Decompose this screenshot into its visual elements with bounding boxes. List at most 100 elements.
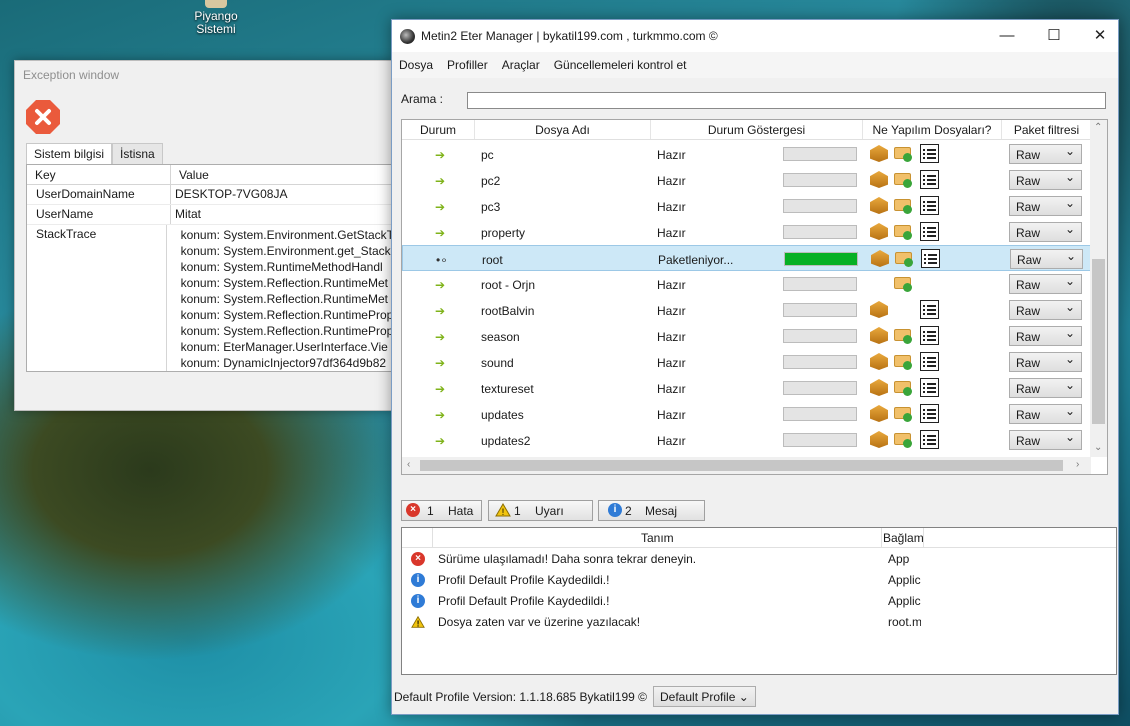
pack-filter-select[interactable]: Raw: [1009, 170, 1082, 190]
pack-icon[interactable]: [870, 327, 888, 344]
table-row[interactable]: ➔ rootBalvin Hazır Raw: [402, 297, 1091, 323]
list-item[interactable]: i Profil Default Profile Kaydedildi.! Appl…: [402, 570, 1116, 590]
file-name: pc3: [481, 200, 501, 214]
pack-icon[interactable]: [870, 223, 888, 240]
key-column-header[interactable]: Key: [27, 165, 171, 184]
scroll-thumb[interactable]: [1092, 259, 1105, 424]
add-pack-icon[interactable]: [895, 250, 913, 267]
vertical-scrollbar[interactable]: ⌃ ⌄: [1090, 120, 1107, 457]
list-icon[interactable]: [920, 170, 939, 189]
column-header-state[interactable]: Durum: [402, 120, 475, 139]
add-pack-icon[interactable]: [894, 223, 912, 240]
file-name: pc2: [481, 174, 501, 188]
pack-filter-select[interactable]: Raw: [1009, 300, 1082, 320]
add-pack-icon[interactable]: [894, 327, 912, 344]
pack-filter-select[interactable]: Raw: [1009, 144, 1082, 164]
pack-icon[interactable]: [870, 197, 888, 214]
close-button[interactable]: ✕: [1077, 20, 1123, 52]
pack-icon[interactable]: [871, 250, 889, 267]
list-icon[interactable]: [920, 222, 939, 241]
add-pack-icon[interactable]: [894, 275, 912, 292]
list-item[interactable]: i Profil Default Profile Kaydedildi.! Appl…: [402, 591, 1116, 611]
pack-filter-select[interactable]: Raw: [1009, 430, 1082, 450]
list-icon[interactable]: [920, 352, 939, 371]
table-row[interactable]: ➔ pc2 Hazır Raw: [402, 167, 1091, 193]
menu-profiles[interactable]: Profiller: [446, 58, 495, 72]
column-header-actions[interactable]: Ne Yapılım Dosyaları?: [863, 120, 1002, 139]
pack-icon[interactable]: [870, 301, 888, 318]
table-row[interactable]: StackTrace konum: System.Environment.Get…: [27, 225, 394, 371]
table-row[interactable]: •∘ root Paketleniyor... Raw: [402, 245, 1091, 271]
value-column-header[interactable]: Value: [171, 165, 209, 184]
pack-filter-select[interactable]: Raw: [1009, 352, 1082, 372]
exception-window[interactable]: Exception window Sistem bilgisi İstisna …: [14, 60, 395, 411]
table-row[interactable]: ➔ season Hazır Raw: [402, 323, 1091, 349]
key-cell: UserDomainName: [27, 185, 171, 204]
add-pack-icon[interactable]: [894, 379, 912, 396]
pack-filter-select[interactable]: Raw: [1009, 274, 1082, 294]
maximize-button[interactable]: ☐: [1031, 20, 1077, 52]
list-icon[interactable]: [920, 144, 939, 163]
menu-tools[interactable]: Araçlar: [501, 58, 547, 72]
scroll-thumb[interactable]: [420, 460, 1063, 471]
pack-icon[interactable]: [870, 171, 888, 188]
minimize-button[interactable]: —: [984, 20, 1030, 52]
list-icon[interactable]: [921, 249, 940, 268]
pack-icon[interactable]: [870, 145, 888, 162]
key-cell: StackTrace: [27, 225, 167, 371]
pack-filter-select[interactable]: Raw: [1009, 196, 1082, 216]
filter-warnings-button[interactable]: ! 1 Uyarı: [488, 500, 593, 521]
pack-filter-select[interactable]: Raw: [1009, 326, 1082, 346]
column-header-progress[interactable]: Durum Göstergesi: [651, 120, 863, 139]
pack-filter-select[interactable]: Raw: [1009, 378, 1082, 398]
table-row[interactable]: UserName Mitat: [27, 205, 394, 225]
title-bar[interactable]: Metin2 Eter Manager | bykatil199.com , t…: [392, 20, 1118, 52]
add-pack-icon[interactable]: [894, 353, 912, 370]
add-pack-icon[interactable]: [894, 145, 912, 162]
table-row[interactable]: ➔ sound Hazır Raw: [402, 349, 1091, 375]
log-column-context[interactable]: Bağlam: [883, 531, 924, 545]
column-header-filter[interactable]: Paket filtresi: [1002, 120, 1091, 139]
table-row[interactable]: ➔ updates2 Hazır Raw: [402, 427, 1091, 453]
pack-filter-select[interactable]: Raw: [1010, 249, 1083, 269]
list-icon[interactable]: [920, 326, 939, 345]
menu-check-updates[interactable]: Güncellemeleri kontrol et: [553, 58, 694, 72]
list-icon[interactable]: [920, 378, 939, 397]
pack-icon[interactable]: [870, 431, 888, 448]
table-row[interactable]: ➔ property Hazır Raw: [402, 219, 1091, 245]
add-pack-icon[interactable]: [894, 431, 912, 448]
filter-errors-button[interactable]: × 1 Hata: [401, 500, 482, 521]
menu-file[interactable]: Dosya: [398, 58, 440, 72]
add-pack-icon[interactable]: [894, 405, 912, 422]
pack-icon[interactable]: [870, 353, 888, 370]
pack-filter-select[interactable]: Raw: [1009, 404, 1082, 424]
log-column-description[interactable]: Tanım: [641, 531, 674, 545]
search-input[interactable]: [467, 92, 1106, 109]
table-row[interactable]: ➔ updates Hazır Raw: [402, 401, 1091, 427]
list-icon[interactable]: [920, 404, 939, 423]
add-pack-icon[interactable]: [894, 171, 912, 188]
tab-system-info[interactable]: Sistem bilgisi: [26, 143, 113, 165]
eter-manager-window[interactable]: Metin2 Eter Manager | bykatil199.com , t…: [391, 19, 1119, 715]
filter-messages-button[interactable]: i 2 Mesaj: [598, 500, 705, 521]
pack-filter-select[interactable]: Raw: [1009, 222, 1082, 242]
list-icon[interactable]: [920, 196, 939, 215]
profile-select[interactable]: Default Profile ⌄: [653, 686, 756, 707]
list-item[interactable]: ! Dosya zaten var ve üzerine yazılacak! ro…: [402, 612, 1116, 632]
table-row[interactable]: ➔ textureset Hazır Raw: [402, 375, 1091, 401]
tab-exception[interactable]: İstisna: [112, 143, 163, 164]
pack-icon[interactable]: [870, 405, 888, 422]
table-row[interactable]: ➔ pc Hazır Raw: [402, 141, 1091, 167]
table-row[interactable]: UserDomainName DESKTOP-7VG08JA: [27, 185, 394, 205]
column-header-filename[interactable]: Dosya Adı: [475, 120, 651, 139]
table-row[interactable]: ➔ pc3 Hazır Raw: [402, 193, 1091, 219]
ready-arrow-icon: ➔: [435, 382, 446, 396]
list-item[interactable]: × Sürüme ulaşılamadı! Daha sonra tekrar d…: [402, 549, 1116, 569]
list-icon[interactable]: [920, 300, 939, 319]
horizontal-scrollbar[interactable]: ‹ ›: [402, 457, 1091, 474]
add-pack-icon[interactable]: [894, 197, 912, 214]
pack-icon[interactable]: [870, 379, 888, 396]
list-icon[interactable]: [920, 430, 939, 449]
desktop-icon-piyango[interactable]: Piyango Sistemi: [180, 0, 252, 36]
table-row[interactable]: ➔ root - Orjn Hazır Raw: [402, 271, 1091, 297]
